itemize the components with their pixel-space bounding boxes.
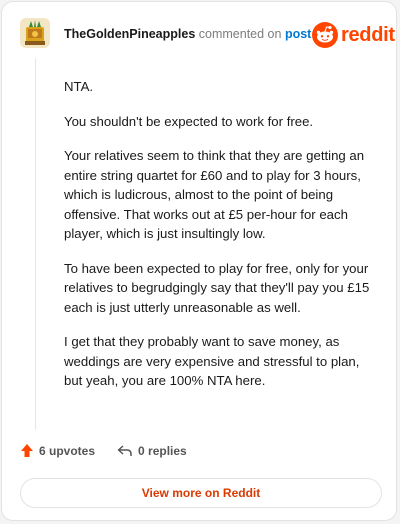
comment-paragraph: NTA.: [64, 79, 94, 94]
upvote-count: 6 upvotes: [39, 443, 96, 458]
upvote-arrow-icon: [21, 444, 33, 457]
reply-arrow-icon: [117, 444, 132, 456]
reddit-wordmark: reddit: [341, 23, 395, 46]
golden-pineapple-avatar-icon: [20, 18, 50, 48]
comment-actions: 6 upvotes 0 replies: [20, 443, 187, 458]
commented-on-label: commented on: [198, 27, 282, 41]
thread-line: [35, 58, 36, 430]
view-more-label: View more on Reddit: [141, 486, 261, 500]
view-more-button[interactable]: View more on Reddit: [20, 478, 382, 508]
comment-card: TheGoldenPineapples commented on post re…: [1, 1, 397, 521]
username[interactable]: TheGoldenPineapples: [64, 27, 195, 41]
avatar[interactable]: [20, 18, 50, 48]
comment-body: NTA. You shouldn't be expected to work f…: [64, 77, 374, 406]
upvote-button[interactable]: 6 upvotes: [20, 443, 95, 458]
replies-button[interactable]: 0 replies: [117, 444, 187, 458]
comment-paragraph: To have been expected to play for free, …: [64, 260, 370, 315]
comment-paragraph: You shouldn't be expected to work for fr…: [64, 113, 314, 129]
comment-paragraph: I get that they probably want to save mo…: [64, 334, 360, 388]
reddit-logo[interactable]: reddit: [312, 22, 395, 48]
comment-paragraph: Your relatives seem to think that they a…: [64, 148, 365, 241]
post-link[interactable]: post: [285, 27, 311, 41]
comment-header: TheGoldenPineapples commented on post: [64, 27, 311, 41]
reddit-snoo-icon: [312, 22, 338, 48]
reply-count: 0 replies: [138, 443, 187, 458]
